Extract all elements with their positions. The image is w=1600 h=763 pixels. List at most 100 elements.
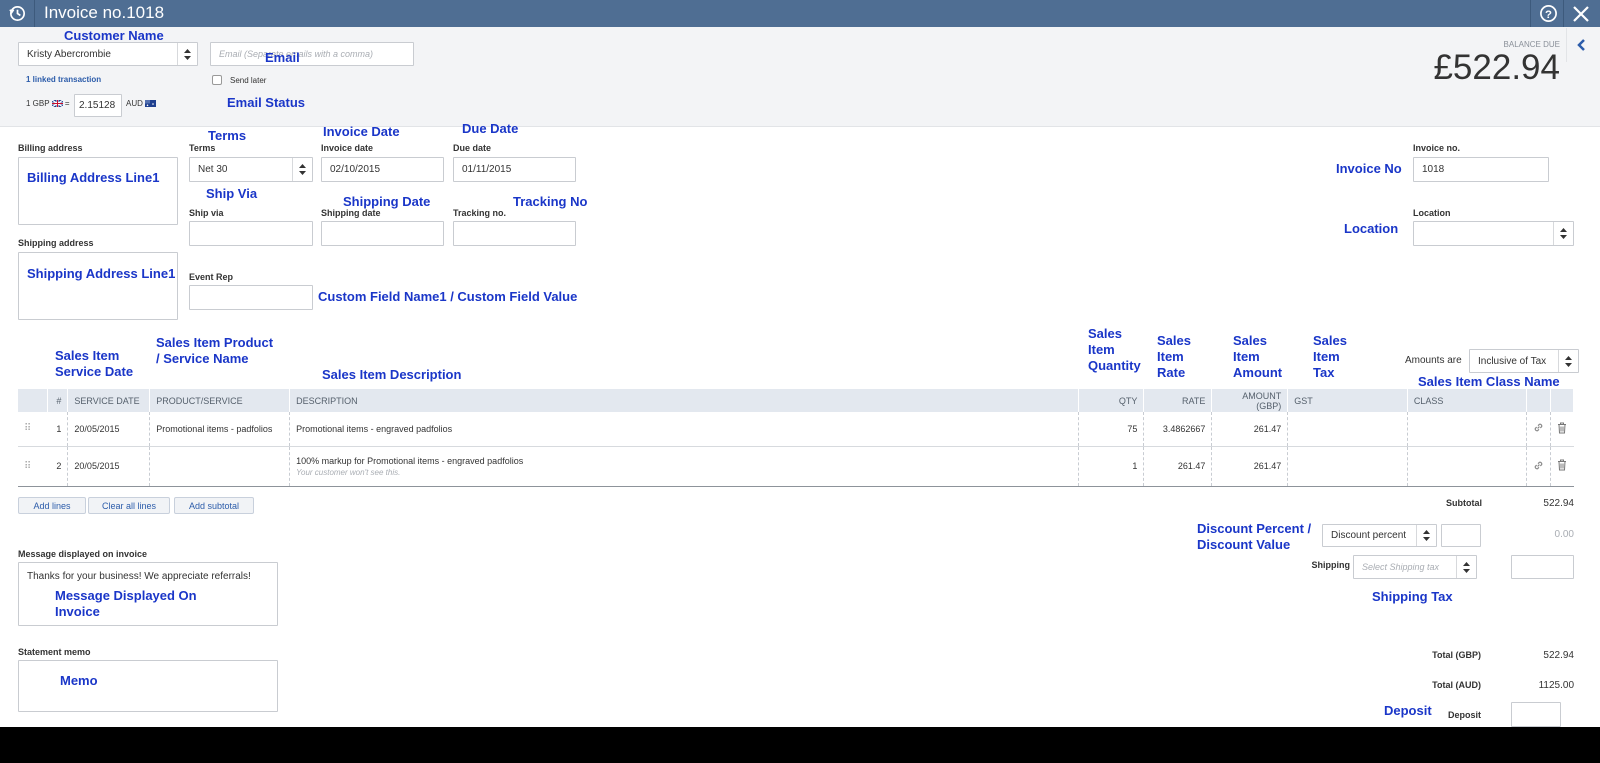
location-select[interactable]	[1413, 221, 1574, 246]
annotation-memo: Memo	[60, 673, 98, 688]
add-lines-button[interactable]: Add lines	[18, 497, 86, 514]
col-service-date: SERVICE DATE	[67, 389, 151, 412]
window-title: Invoice no.1018	[44, 3, 165, 22]
row-class[interactable]	[1407, 446, 1528, 487]
statement-memo-label: Statement memo	[18, 647, 91, 657]
history-icon[interactable]	[8, 4, 27, 23]
deposit-input[interactable]	[1511, 702, 1561, 727]
row-qty[interactable]: 75	[1078, 412, 1145, 447]
discount-type-select[interactable]: Discount percent	[1322, 524, 1437, 547]
email-input[interactable]: Email (Separate emails with a comma)	[210, 42, 414, 66]
row-product[interactable]	[149, 446, 291, 487]
invoice-date-input[interactable]: 02/10/2015	[321, 157, 444, 182]
annotation-shipping-address: Shipping Address Line1	[27, 266, 176, 281]
shipping-address-input[interactable]	[18, 252, 178, 320]
link-icon[interactable]	[1526, 446, 1552, 487]
annotation-sales-item-quantity: Sales Item Quantity	[1088, 326, 1141, 373]
annotation-tracking-no: Tracking No	[513, 194, 588, 209]
col-product-service: PRODUCT/SERVICE	[149, 389, 291, 412]
terms-select[interactable]: Net 30	[189, 157, 313, 182]
billing-address-input[interactable]	[18, 157, 178, 225]
currency-target: AUD	[126, 99, 157, 108]
subtotal-value: 522.94	[1543, 498, 1574, 509]
col-class: CLASS	[1407, 389, 1528, 412]
shipping-address-label: Shipping address	[18, 238, 94, 248]
event-rep-input[interactable]	[189, 285, 313, 310]
row-product[interactable]: Promotional items - padfolios	[149, 412, 291, 447]
send-later-checkbox[interactable]	[212, 75, 222, 85]
exchange-rate-input[interactable]: 2.15128	[74, 94, 122, 117]
row-amount[interactable]: 261.47	[1211, 412, 1289, 447]
link-icon[interactable]	[1526, 412, 1552, 447]
collapse-panel[interactable]	[1566, 28, 1600, 62]
row-description[interactable]: Promotional items - engraved padfolios	[289, 412, 1079, 447]
annotation-invoice-date: Invoice Date	[323, 124, 400, 139]
shipping-amount-input[interactable]	[1511, 555, 1574, 579]
annotation-sales-item-rate: Sales Item Rate	[1157, 333, 1191, 380]
col-number: #	[47, 389, 69, 412]
drag-handle-icon[interactable]: ⠿	[18, 412, 48, 447]
row-gst[interactable]	[1287, 412, 1408, 447]
invoice-no-input[interactable]: 1018	[1413, 157, 1549, 182]
discount-amount: 0.00	[1554, 529, 1574, 540]
annotation-sales-item-description: Sales Item Description	[322, 367, 462, 382]
shipping-tax-select[interactable]: Select Shipping tax	[1353, 555, 1477, 579]
row-amount[interactable]: 261.47	[1211, 446, 1289, 487]
row-class[interactable]	[1407, 412, 1528, 447]
customer-select[interactable]: Kristy Abercrombie	[18, 42, 198, 66]
col-gst: GST	[1287, 389, 1408, 412]
due-date-input[interactable]: 01/11/2015	[453, 157, 576, 182]
row-qty[interactable]: 1	[1078, 446, 1145, 487]
row-service-date[interactable]: 20/05/2015	[67, 446, 151, 487]
annotation-sales-item-class: Sales Item Class Name	[1418, 374, 1560, 389]
line-items-table: # SERVICE DATE PRODUCT/SERVICE DESCRIPTI…	[18, 389, 1574, 487]
annotation-location: Location	[1344, 221, 1399, 236]
table-header-row: # SERVICE DATE PRODUCT/SERVICE DESCRIPTI…	[18, 389, 1574, 412]
col-description: DESCRIPTION	[289, 389, 1079, 412]
row-number: 2	[47, 446, 69, 487]
row-gst[interactable]	[1287, 446, 1408, 487]
bottom-bar	[0, 727, 1600, 763]
add-subtotal-button[interactable]: Add subtotal	[174, 497, 254, 514]
annotation-sales-item-amount: Sales Item Amount	[1233, 333, 1283, 380]
event-rep-label: Event Rep	[189, 272, 234, 282]
table-row[interactable]: ⠿ 1 20/05/2015 Promotional items - padfo…	[18, 412, 1574, 447]
help-icon[interactable]: ?	[1539, 4, 1558, 23]
row-service-date[interactable]: 20/05/2015	[67, 412, 151, 447]
currency-base: 1 GBP =	[26, 99, 70, 108]
annotation-message: Message Displayed On Invoice	[55, 588, 197, 619]
table-row[interactable]: ⠿ 2 20/05/2015 100% markup for Promotion…	[18, 446, 1574, 487]
annotation-email: Email	[265, 50, 300, 65]
row-description-text: 100% markup for Promotional items - engr…	[296, 455, 524, 466]
amounts-are-select[interactable]: Inclusive of Tax	[1469, 349, 1579, 373]
ship-via-label: Ship via	[189, 208, 224, 218]
row-rate[interactable]: 261.47	[1143, 446, 1213, 487]
trash-icon[interactable]	[1550, 446, 1574, 487]
total-aud-value: 1125.00	[1538, 680, 1574, 691]
statement-memo-input[interactable]	[18, 660, 278, 712]
discount-value-input[interactable]	[1441, 524, 1481, 547]
trash-icon[interactable]	[1550, 412, 1574, 447]
chevron-left-icon	[1577, 39, 1585, 51]
row-description[interactable]: 100% markup for Promotional items - engr…	[289, 446, 1079, 487]
due-date-label: Due date	[453, 143, 492, 153]
ship-via-input[interactable]	[189, 221, 313, 246]
title-bar: Invoice no.1018 ?	[0, 0, 1600, 27]
linked-transaction-link[interactable]: 1 linked transaction	[26, 75, 101, 84]
annotation-billing-address: Billing Address Line1	[27, 170, 160, 185]
shipping-date-input[interactable]	[321, 221, 444, 246]
drag-handle-icon[interactable]: ⠿	[18, 446, 48, 487]
row-rate[interactable]: 3.4862667	[1143, 412, 1213, 447]
clear-all-lines-button[interactable]: Clear all lines	[88, 497, 170, 514]
close-icon[interactable]	[1570, 3, 1592, 25]
tracking-no-input[interactable]	[453, 221, 576, 246]
col-amount: AMOUNT (GBP)	[1211, 389, 1289, 412]
annotation-shipping-tax: Shipping Tax	[1372, 589, 1453, 604]
annotation-custom-field: Custom Field Name1 / Custom Field Value	[318, 289, 578, 304]
annotation-email-status: Email Status	[227, 95, 306, 110]
message-label: Message displayed on invoice	[18, 549, 148, 559]
row-description-note: Your customer won't see this.	[296, 467, 401, 477]
send-later-label: Send later	[230, 76, 267, 85]
annotation-ship-via: Ship Via	[206, 186, 258, 201]
total-gbp-label: Total (GBP)	[1432, 650, 1481, 660]
